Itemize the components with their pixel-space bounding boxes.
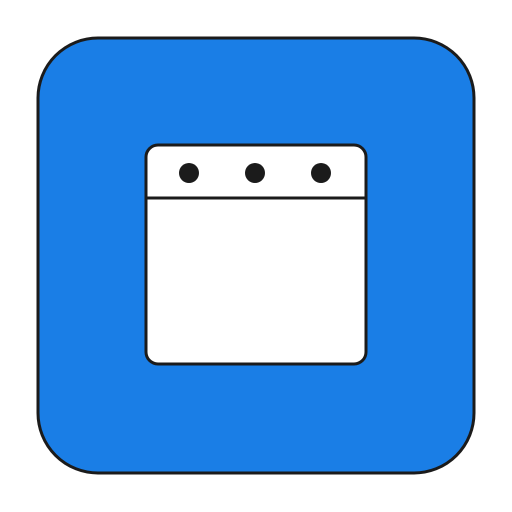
window-control-dot	[245, 163, 265, 183]
window-glyph	[144, 143, 368, 366]
window-control-dot	[179, 163, 199, 183]
app-icon-canvas	[0, 0, 512, 512]
window-control-dot	[311, 163, 331, 183]
browser-window-icon[interactable]	[0, 0, 512, 512]
